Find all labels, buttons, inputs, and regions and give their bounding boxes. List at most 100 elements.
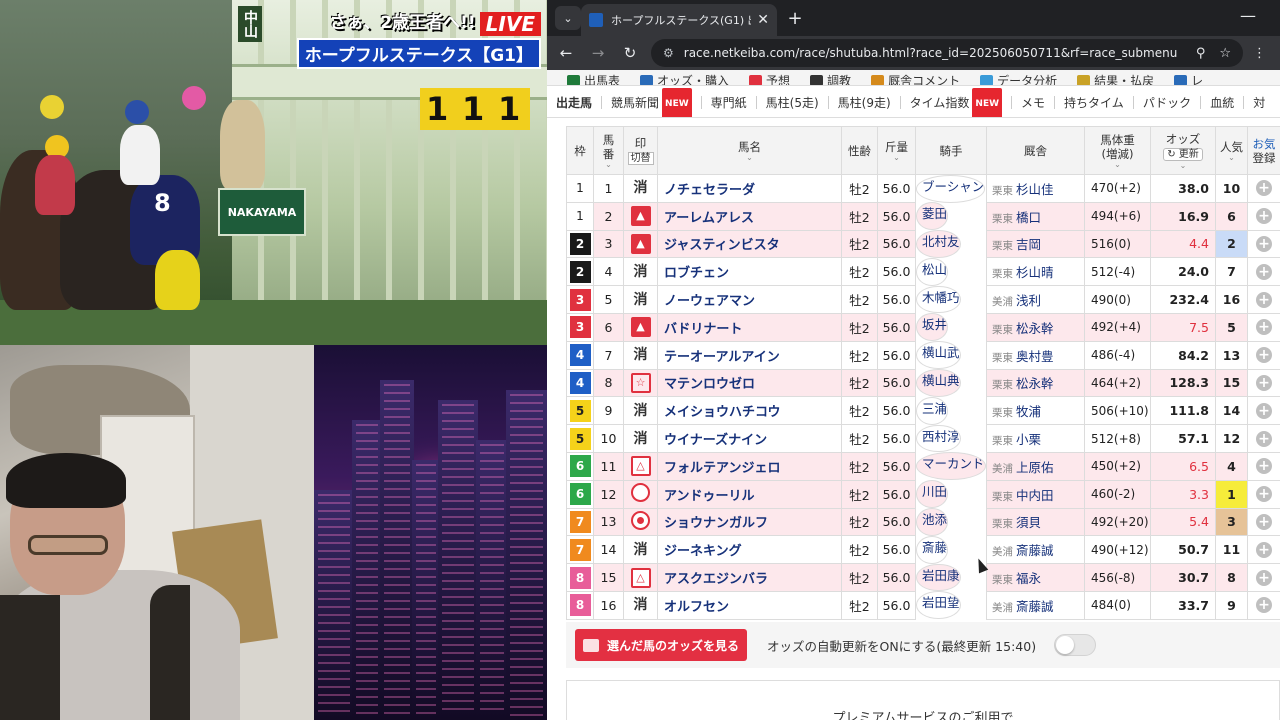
mark-cell[interactable]: 消	[623, 396, 658, 426]
sub-tab[interactable]: 競馬新聞 NEW	[602, 88, 701, 117]
horse-row[interactable]: 8 15 △ アスクエジンバラ 牡2 56.0 岩田康 栗東 福永 456(-8) 30.7 8 +	[566, 563, 1280, 592]
add-favorite-icon[interactable]: +	[1256, 513, 1272, 530]
horse-row[interactable]: 2 4 消ロブチェン 牡2 56.0 松山 栗東 杉山晴 512(-4) 24.0 7 +	[566, 257, 1280, 287]
horse-row[interactable]: 1 1 消ノチェセラーダ 牡2 56.0 ブーシャン 栗東 杉山佳 470(+2) 38.0 10 +	[566, 174, 1280, 203]
trainer-cell[interactable]: 美浦 斎藤誠	[986, 590, 1085, 620]
horse-row[interactable]: 4 7 消テーオーアルアイン 牡2 56.0 横山武 栗東 奥村豊 486(-4) 84.2 13 +	[566, 340, 1280, 370]
horse-row[interactable]: 4 8 ☆ マテンロウゼロ 牡2 56.0 横山典 栗東 松永幹 464(+2) 128.3 15 +	[566, 368, 1280, 398]
horse-name-link[interactable]: ショウナンガルフ	[664, 516, 768, 531]
keshi-mark[interactable]: 消	[631, 429, 651, 449]
jockey-cell[interactable]: 斎藤	[916, 535, 949, 564]
keshi-mark[interactable]: 消	[631, 595, 651, 615]
forward-button[interactable]: →	[585, 40, 611, 66]
horse-name-link[interactable]: ノチェセラーダ	[664, 183, 755, 198]
jockey-link[interactable]: 西村淳	[922, 429, 960, 444]
mark-cell[interactable]: ▲	[623, 201, 658, 231]
trainer-cell[interactable]: 栗東 須貝	[986, 507, 1085, 537]
header-name[interactable]: 馬名 ⌄	[657, 126, 842, 175]
jockey-cell[interactable]: 菱田	[916, 202, 949, 231]
sub-tab[interactable]: 馬柱(5走)	[757, 88, 828, 117]
sub-tab[interactable]: タイム指数 NEW	[901, 88, 1011, 117]
trainer-link[interactable]: 浅利	[1016, 293, 1041, 308]
favorite-cell[interactable]: +	[1247, 174, 1280, 203]
add-favorite-icon[interactable]: +	[1256, 458, 1272, 475]
sub-tab[interactable]: パドック	[1134, 88, 1200, 117]
reload-button[interactable]: ↻	[617, 40, 643, 66]
mark-cell[interactable]	[623, 507, 658, 537]
auto-update-toggle[interactable]	[1054, 634, 1097, 656]
horse-row[interactable]: 2 3 ▲ ジャスティンビスタ 牡2 56.0 北村友 栗東 吉岡 516(0) 4.4 2 +	[566, 229, 1280, 259]
jockey-link[interactable]: ブーシャン	[922, 179, 984, 194]
bookmark-star-icon[interactable]: ☆	[1219, 46, 1231, 61]
horse-row[interactable]: 3 5 消ノーウェアマン 牡2 56.0 木幡巧 美浦 浅利 490(0) 232.4 16 +	[566, 285, 1280, 314]
trainer-link[interactable]: 杉山晴	[1016, 265, 1054, 280]
trainer-cell[interactable]: 栗東 橋口	[986, 201, 1085, 231]
trainer-link[interactable]: 斎藤誠	[1016, 543, 1054, 558]
race-menu-tab[interactable]: 出馬表	[567, 72, 620, 85]
jockey-link[interactable]: 池添	[922, 512, 947, 527]
horse-name-cell[interactable]: マテンロウゼロ	[657, 368, 842, 398]
header-kinryo[interactable]: 斤量 ⌄	[877, 126, 916, 175]
add-favorite-icon[interactable]: +	[1256, 374, 1272, 391]
jockey-cell[interactable]: 木幡巧	[916, 285, 961, 314]
jockey-cell[interactable]: 横山典	[916, 369, 961, 397]
trainer-link[interactable]: 吉岡	[1016, 237, 1041, 252]
horse-name-link[interactable]: マテンロウゼロ	[664, 377, 755, 392]
jockey-link[interactable]: 北村友	[922, 234, 960, 249]
add-favorite-icon[interactable]: +	[1256, 347, 1272, 364]
favorite-cell[interactable]: +	[1247, 535, 1280, 565]
trainer-link[interactable]: 松永幹	[1016, 376, 1054, 391]
horse-name-cell[interactable]: ウイナーズナイン	[657, 424, 842, 453]
trainer-cell[interactable]: 栗東 福永	[986, 563, 1085, 592]
horse-name-link[interactable]: ウイナーズナイン	[664, 433, 767, 448]
keshi-mark[interactable]: 消	[631, 178, 651, 198]
sub-tab[interactable]: 血統	[1201, 88, 1243, 117]
minimize-button[interactable]: —	[1240, 6, 1256, 25]
favorite-cell[interactable]: +	[1247, 424, 1280, 453]
horse-row[interactable]: 6 12 アンドゥーリル 牡2 56.0 川田 栗東 中内田 460(-2) 3.3 1 +	[566, 479, 1280, 509]
horse-name-cell[interactable]: ショウナンガルフ	[657, 507, 842, 537]
favorite-cell[interactable]: +	[1247, 257, 1280, 287]
add-favorite-icon[interactable]: +	[1256, 180, 1272, 197]
favorite-cell[interactable]: +	[1247, 340, 1280, 370]
trainer-link[interactable]: 奥村豊	[1016, 349, 1054, 364]
horse-name-link[interactable]: アンドゥーリル	[664, 489, 754, 504]
horse-row[interactable]: 6 11 △ フォルテアンジェロ 牡2 56.0 マーカンド 美浦 上原佑 450(+2) 6.5 4…	[566, 451, 1280, 481]
add-favorite-icon[interactable]: +	[1256, 569, 1272, 586]
race-menu-tab[interactable]: 結果・払戻	[1077, 72, 1154, 85]
horse-name-cell[interactable]: アンドゥーリル	[657, 479, 842, 509]
horse-name-cell[interactable]: ジャスティンビスタ	[657, 229, 842, 259]
trainer-link[interactable]: 牧浦	[1016, 404, 1041, 419]
horse-name-cell[interactable]: ノチェセラーダ	[657, 174, 842, 203]
header-weight[interactable]: 馬体重 (増減) ⌄	[1084, 126, 1151, 175]
trainer-cell[interactable]: 栗東 牧浦	[986, 396, 1085, 426]
header-umaban[interactable]: 馬 番 ⌄	[593, 126, 624, 175]
race-menu-tab[interactable]: オッズ・購入	[640, 72, 729, 85]
add-favorite-icon[interactable]: +	[1256, 541, 1272, 558]
horse-name-link[interactable]: ノーウェアマン	[664, 294, 755, 309]
trainer-cell[interactable]: 栗東 杉山晴	[986, 257, 1085, 287]
horse-row[interactable]: 3 6 ▲ バドリナート 牡2 56.0 坂井 栗東 松永幹 492(+4) 7.5 5 +	[566, 312, 1280, 342]
header-mark[interactable]: 印切替	[623, 126, 658, 175]
trainer-link[interactable]: 松永幹	[1016, 321, 1054, 336]
mark-cell[interactable]: 消	[623, 590, 658, 620]
tanana-mark-icon[interactable]: ▲	[630, 206, 651, 227]
view-selected-odds-button[interactable]: 選んだ馬のオッズを見る	[575, 629, 747, 661]
trainer-cell[interactable]: 栗東 吉岡	[986, 229, 1085, 259]
zoom-icon[interactable]: ⚲	[1196, 46, 1206, 61]
jockey-cell[interactable]: マーカンド	[916, 452, 986, 481]
trainer-cell[interactable]: 栗東 小栗	[986, 424, 1085, 453]
sub-tab[interactable]: 対	[1244, 88, 1274, 117]
horse-name-link[interactable]: バドリナート	[664, 322, 742, 337]
mark-cell[interactable]: 消	[623, 285, 658, 314]
jockey-cell[interactable]: 岩田康	[916, 563, 961, 592]
horse-name-cell[interactable]: バドリナート	[657, 312, 842, 342]
new-tab-button[interactable]: +	[783, 6, 807, 30]
jockey-cell[interactable]: 三浦	[916, 396, 949, 425]
header-odds[interactable]: オッズ ↻ 更新 ⌄	[1150, 126, 1216, 175]
keshi-mark[interactable]: 消	[631, 290, 651, 310]
mark-cell[interactable]: △	[623, 451, 658, 481]
sub-tab[interactable]: 出走馬	[547, 88, 601, 117]
mark-toggle-button[interactable]: 切替	[627, 151, 654, 165]
favorite-cell[interactable]: +	[1247, 285, 1280, 314]
